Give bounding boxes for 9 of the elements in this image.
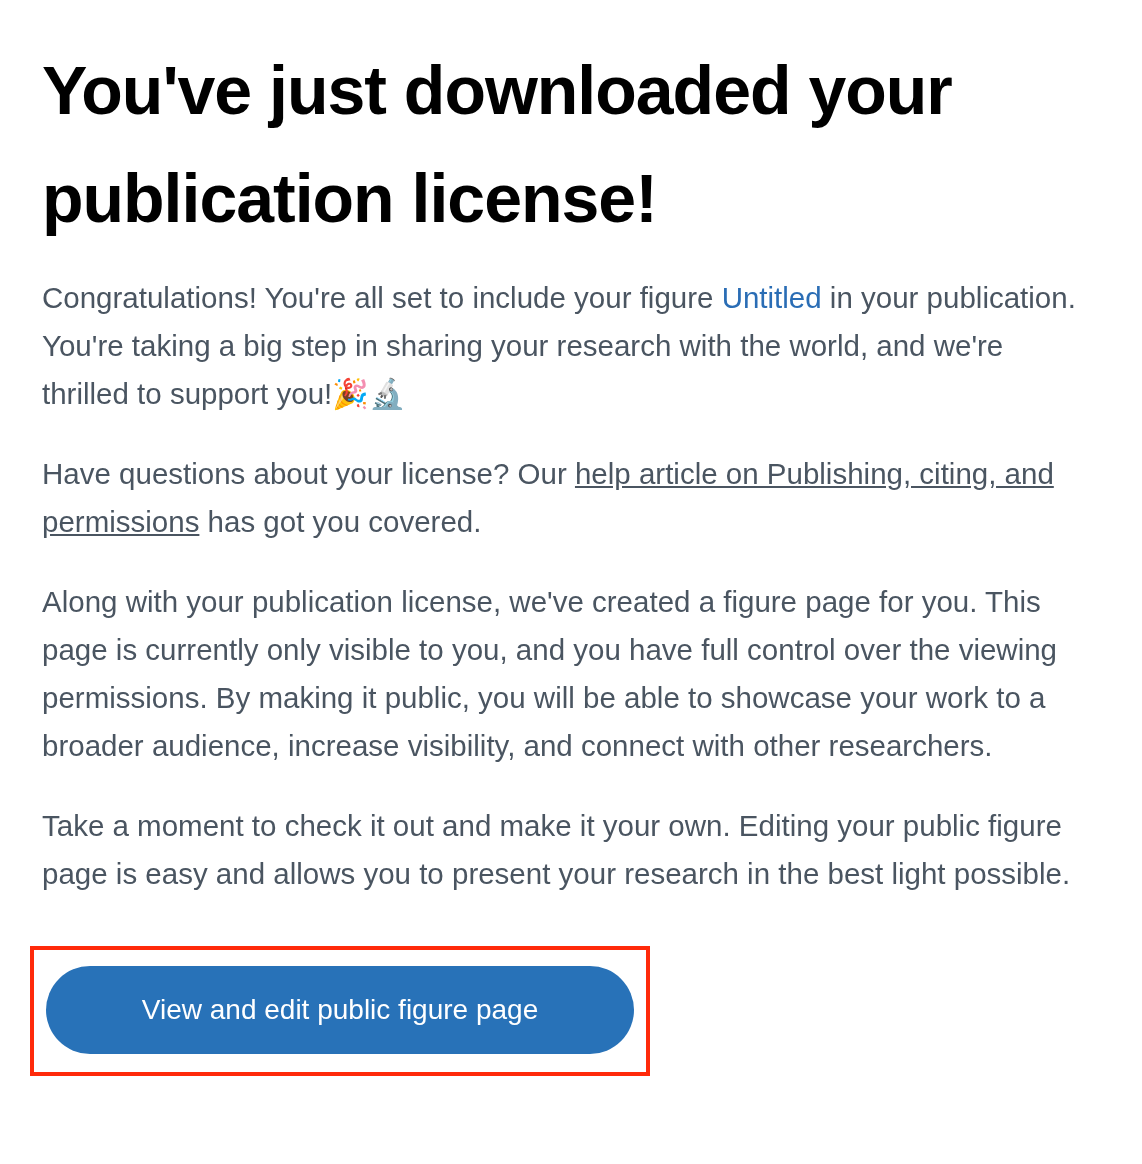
help-article-link[interactable]: help article on Publishing, citing, and	[574, 450, 1054, 498]
figure-link[interactable]: Untitled	[721, 281, 822, 314]
paragraph: Have questions about your license? Our help article on Publishing, citing, and permissions has got you covered.	[42, 450, 1092, 546]
page-heading: You've just downloaded your publication license!	[42, 51, 953, 238]
paragraph: Congratulations! You're all set to include your figure Untitled in your publication. You're taking a big step in sharing your research with the world, and we're thrilled to support you!🎉🔬	[42, 280, 1077, 413]
view-edit-button[interactable]: View and edit public figure page	[46, 966, 634, 1054]
paragraph: Along with your publication license, we've created a figure page for you. This page is currently only visible to you, and you have full control over the viewing permissions. By making it public, you will be able to showcase your work to a broader audience, increase visibility, and connect with other researchers.	[42, 584, 1059, 764]
paragraph: Take a moment to check it out and make it your own. Editing your public figure page is easy and allows you to present your research in the best light possible.	[42, 808, 1072, 892]
help-article-link[interactable]: permissions	[42, 498, 200, 546]
